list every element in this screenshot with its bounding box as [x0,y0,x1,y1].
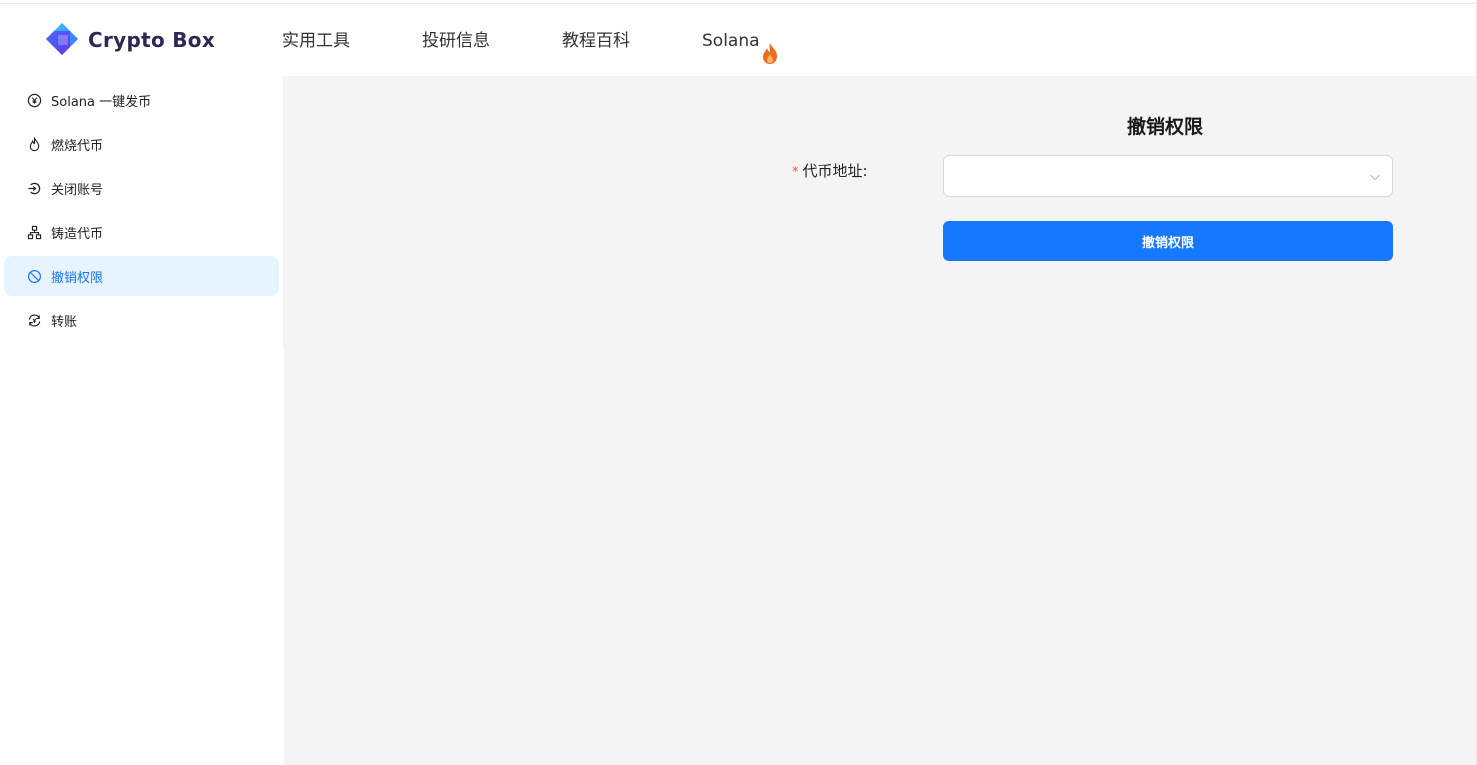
brand-name: Crypto Box [88,28,216,52]
sidebar-item-label: 燃烧代币 [51,138,104,154]
token-address-select[interactable] [943,155,1393,197]
sidebar-item-close-account[interactable]: 关闭账号 [4,168,279,208]
cluster-icon [26,224,42,240]
sidebar-item-label: 撤销权限 [51,270,104,286]
sidebar-item-label: Solana 一键发币 [51,94,152,110]
coin-circle-icon [26,92,42,108]
nav-item-tools[interactable]: 实用工具 [282,4,350,76]
sidebar: Solana 一键发币 燃烧代币 关闭账号 铸造代币 撤销权限 转账 [0,76,284,765]
nav-item-tutorials[interactable]: 教程百科 [562,4,630,76]
crypto-box-logo-icon [44,21,80,59]
sidebar-item-solana-launch[interactable]: Solana 一键发币 [4,80,279,120]
sidebar-item-transfer[interactable]: 转账 [4,300,279,340]
sidebar-item-label: 关闭账号 [51,182,104,198]
token-address-label-text: 代币地址: [802,162,868,180]
stop-icon [26,268,42,284]
sidebar-item-revoke-authority[interactable]: 撤销权限 [4,256,279,296]
chevron-down-icon [1368,169,1382,183]
nav-item-research[interactable]: 投研信息 [422,4,490,76]
revoke-authority-button[interactable]: 撤销权限 [943,221,1393,261]
fire-icon [760,24,780,64]
brand-logo[interactable]: Crypto Box [44,21,215,59]
sidebar-item-burn-token[interactable]: 燃烧代币 [4,124,279,164]
top-header: Crypto Box 实用工具 投研信息 教程百科 Solana [0,4,1477,76]
sidebar-item-mint-token[interactable]: 铸造代币 [4,212,279,252]
nav-item-solana-label: Solana [702,31,760,51]
nav-item-solana[interactable]: Solana [702,4,777,76]
token-address-label: * 代币地址: [792,160,868,181]
sidebar-item-label: 铸造代币 [51,226,104,242]
form-title: 撤销权限 [1127,116,1204,138]
flame-icon [26,136,42,152]
transfer-icon [26,312,42,328]
required-mark: * [792,165,799,180]
sidebar-item-label: 转账 [51,314,78,330]
logout-icon [26,180,42,196]
